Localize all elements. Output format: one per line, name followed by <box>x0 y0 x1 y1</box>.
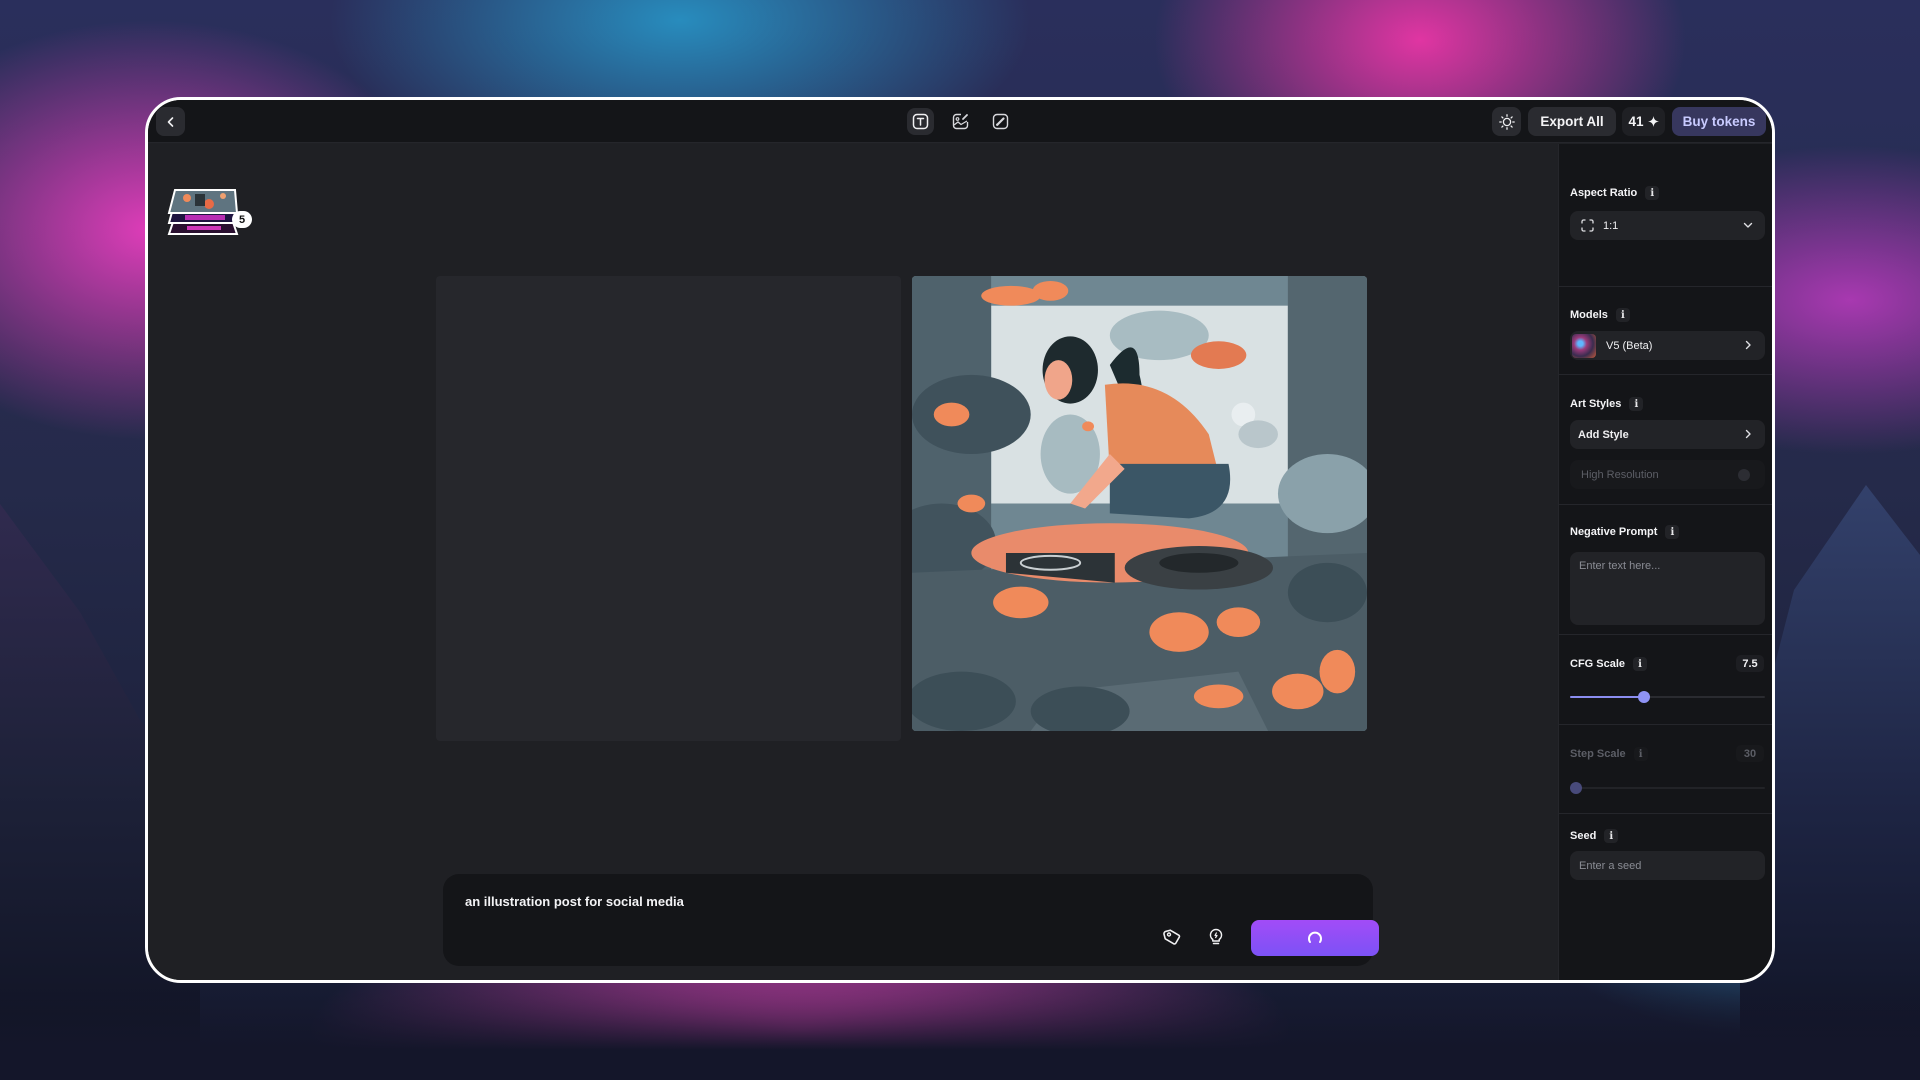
cfg-scale-slider-fill <box>1570 696 1645 698</box>
art-styles-heading: Art Styles i <box>1570 397 1644 411</box>
seed-input[interactable] <box>1570 851 1765 880</box>
mode-image-to-image-button[interactable] <box>947 108 974 135</box>
tag-button[interactable] <box>1159 924 1185 950</box>
seed-label: Seed <box>1570 830 1597 842</box>
model-selector[interactable]: V5 (Beta) <box>1570 331 1765 360</box>
models-heading: Models i <box>1570 308 1630 322</box>
step-scale-section: Step Scale i 30 <box>1559 725 1772 814</box>
tag-icon <box>1163 929 1181 945</box>
step-scale-slider[interactable] <box>1570 782 1765 794</box>
step-scale-value: 30 <box>1736 745 1764 762</box>
image-stack-icon <box>167 189 239 235</box>
generate-button[interactable] <box>1251 920 1379 956</box>
high-resolution-label: High Resolution <box>1581 468 1659 481</box>
info-icon[interactable]: i <box>1633 747 1648 761</box>
models-label: Models <box>1570 309 1608 321</box>
back-button[interactable] <box>156 107 185 136</box>
text-t-icon <box>912 113 929 130</box>
chevron-down-icon <box>1743 222 1753 228</box>
aspect-ratio-section: Aspect Ratio i 1:1 <box>1559 144 1772 287</box>
add-style-label: Add Style <box>1578 428 1629 441</box>
info-icon[interactable]: i <box>1665 525 1680 539</box>
aspect-ratio-label: Aspect Ratio <box>1570 187 1638 199</box>
wallpaper-ground <box>0 980 1920 1080</box>
sun-icon <box>1498 113 1515 130</box>
generated-illustration <box>912 276 1367 731</box>
model-value: V5 (Beta) <box>1606 339 1653 352</box>
models-section: Models i V5 (Beta) <box>1559 287 1772 375</box>
cfg-scale-slider[interactable] <box>1570 691 1765 703</box>
info-icon[interactable]: i <box>1633 657 1648 671</box>
chevron-right-icon <box>1745 340 1751 350</box>
step-scale-heading: Step Scale i <box>1570 747 1648 761</box>
crop-frame-icon <box>1581 219 1594 232</box>
high-resolution-toggle[interactable] <box>1738 469 1750 481</box>
mode-sketch-button[interactable] <box>987 108 1014 135</box>
cfg-scale-section: CFG Scale i 7.5 <box>1559 635 1772 725</box>
step-scale-slider-thumb[interactable] <box>1570 782 1582 794</box>
credits-count: 41 <box>1628 114 1644 129</box>
prompt-input[interactable] <box>465 891 1115 911</box>
chevron-left-icon <box>167 116 173 127</box>
art-styles-label: Art Styles <box>1570 398 1622 410</box>
seed-heading: Seed i <box>1570 829 1619 843</box>
generation-history-stack[interactable]: 5 <box>167 184 252 236</box>
buy-tokens-label: Buy tokens <box>1682 114 1756 129</box>
cfg-scale-value[interactable]: 7.5 <box>1736 655 1764 672</box>
mode-text-to-image-button[interactable] <box>907 108 934 135</box>
model-thumbnail <box>1572 333 1596 358</box>
canvas-area: 5 <box>148 144 1558 980</box>
brush-icon <box>992 113 1009 130</box>
info-icon[interactable]: i <box>1629 397 1644 411</box>
negative-prompt-section: Negative Prompt i <box>1559 505 1772 635</box>
aspect-ratio-value: 1:1 <box>1603 219 1619 232</box>
settings-panel: Aspect Ratio i 1:1 Models i V5 (Beta) Ar… <box>1558 144 1772 980</box>
step-scale-label: Step Scale <box>1570 748 1626 760</box>
sparkle-icon <box>1647 116 1659 127</box>
app-window: Export All 41 Buy tokens 5 an illustrati… <box>145 97 1775 983</box>
top-bar: Export All 41 Buy tokens <box>148 100 1772 143</box>
image-edit-icon <box>952 113 969 130</box>
negative-prompt-input[interactable] <box>1570 552 1765 625</box>
spinner-icon <box>1308 931 1322 943</box>
negative-prompt-heading: Negative Prompt i <box>1570 525 1680 539</box>
cfg-scale-heading: CFG Scale i <box>1570 657 1648 671</box>
info-icon[interactable]: i <box>1604 829 1619 843</box>
lightbulb-icon <box>1209 928 1223 945</box>
info-icon[interactable]: i <box>1645 186 1660 200</box>
history-count-badge: 5 <box>232 211 252 228</box>
credits-balance[interactable]: 41 <box>1622 107 1665 136</box>
buy-tokens-button[interactable]: Buy tokens <box>1672 107 1766 136</box>
export-all-button[interactable]: Export All <box>1528 107 1616 136</box>
pending-image-placeholder <box>436 276 901 741</box>
aspect-ratio-heading: Aspect Ratio i <box>1570 186 1660 200</box>
export-all-label: Export All <box>1540 114 1604 129</box>
high-resolution-toggle-row[interactable]: High Resolution <box>1570 460 1765 489</box>
info-icon[interactable]: i <box>1615 308 1630 322</box>
cfg-scale-slider-thumb[interactable] <box>1638 691 1651 703</box>
negative-prompt-label: Negative Prompt <box>1570 526 1658 538</box>
aspect-ratio-select[interactable]: 1:1 <box>1570 211 1765 240</box>
chevron-right-icon <box>1745 429 1751 439</box>
add-style-button[interactable]: Add Style <box>1570 420 1765 449</box>
cfg-scale-label: CFG Scale <box>1570 658 1626 670</box>
prompt-ideas-button[interactable] <box>1203 924 1229 950</box>
prompt-composer <box>443 874 1379 966</box>
theme-toggle-button[interactable] <box>1492 107 1521 136</box>
seed-section: Seed i <box>1559 814 1772 904</box>
art-styles-section: Art Styles i Add Style High Resolution <box>1559 375 1772 505</box>
generated-image[interactable] <box>912 276 1367 731</box>
